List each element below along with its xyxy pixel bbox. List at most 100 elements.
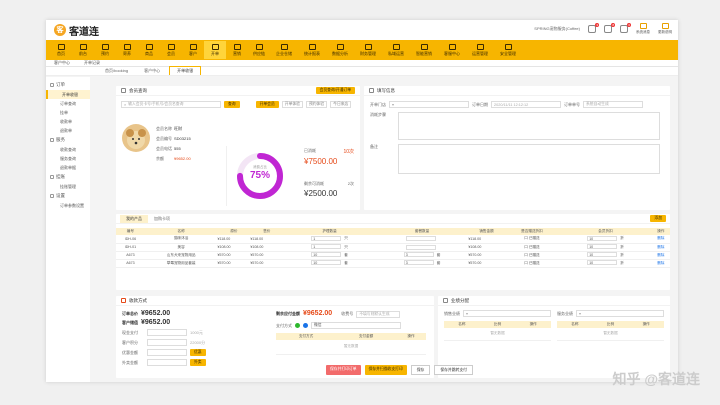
nav-item[interactable]: 安全管理 bbox=[494, 41, 522, 59]
sidebar-group[interactable]: 订单 bbox=[46, 80, 90, 90]
cell-gift[interactable]: 口 已赠送 bbox=[504, 259, 560, 268]
bell-icon[interactable]: 3 bbox=[588, 23, 599, 33]
nav-item[interactable]: 预约 bbox=[94, 41, 116, 59]
sidebar-group[interactable]: 挂账 bbox=[46, 172, 90, 182]
sidebar-group[interactable]: 服务 bbox=[46, 135, 90, 145]
pkg-input[interactable] bbox=[405, 244, 436, 250]
add-product-button[interactable]: 添加 bbox=[650, 215, 666, 222]
qty-input[interactable]: 10 bbox=[311, 260, 342, 266]
nav-item[interactable]: 私域运营 bbox=[382, 41, 410, 59]
cashier-input[interactable]: 不填写则默认生成 bbox=[356, 311, 401, 318]
nav-item[interactable]: 统计报表 bbox=[298, 41, 326, 59]
save-button[interactable]: 保存 bbox=[410, 365, 431, 375]
nav-item[interactable]: 开单 bbox=[204, 41, 226, 59]
search-button[interactable]: 查询 bbox=[224, 101, 240, 108]
save-pay-button[interactable]: 保存并跳转支付 bbox=[434, 365, 473, 375]
save-print-button[interactable]: 保存并打印订单 bbox=[326, 365, 361, 375]
nav-item[interactable]: 智能营销 bbox=[410, 41, 438, 59]
store-select[interactable]: ▾ bbox=[389, 101, 469, 108]
disc-input[interactable]: 10 bbox=[587, 252, 618, 258]
pay-row-input[interactable] bbox=[147, 339, 187, 346]
nav-item[interactable]: 财务管理 bbox=[354, 41, 382, 59]
cell-pkg[interactable] bbox=[375, 243, 469, 252]
cell-gift[interactable]: 口 已赠送 bbox=[504, 235, 560, 244]
tab-my-products[interactable]: 我的产品 bbox=[120, 214, 148, 223]
nav-item[interactable]: 数据分析 bbox=[326, 41, 354, 59]
date-input[interactable]: 2020/11/11 12:12:12 bbox=[491, 101, 561, 108]
flow-textarea[interactable] bbox=[398, 112, 660, 140]
nav-item[interactable]: 前台 bbox=[72, 41, 94, 59]
sidebar-item[interactable]: 服务查询 bbox=[46, 154, 90, 163]
qty-input[interactable]: 10 bbox=[311, 252, 342, 258]
order-no-input[interactable]: 系统自动生成 bbox=[583, 101, 643, 108]
nav-item[interactable]: 供应链 bbox=[248, 41, 270, 59]
sidebar-item[interactable]: 订单参数设置 bbox=[46, 201, 90, 210]
wechat-icon[interactable] bbox=[295, 323, 300, 328]
sidebar-item[interactable]: 挂单 bbox=[46, 108, 90, 117]
cell-qty[interactable]: 1只 bbox=[283, 235, 376, 244]
sales-select[interactable]: ▾ bbox=[463, 310, 551, 317]
disc-input[interactable]: 10 bbox=[587, 236, 618, 242]
pay-row-button[interactable]: 外卖 bbox=[190, 359, 206, 366]
member-search-input[interactable]: ⌕ 输入会员卡号/手机号/会员名查询 bbox=[121, 101, 221, 108]
cell-qty[interactable]: 1只 bbox=[283, 243, 376, 252]
open-card-button[interactable]: 会员查询/开通订单 bbox=[315, 87, 355, 94]
subtab-orders[interactable]: 开单记录 bbox=[84, 60, 100, 66]
disc-input[interactable]: 10 bbox=[587, 244, 618, 250]
page-tab-checkout[interactable]: 开单收银 bbox=[169, 66, 202, 75]
nav-item[interactable]: 商品 bbox=[138, 41, 160, 59]
disc-input[interactable]: 10 bbox=[587, 260, 618, 266]
cell-op[interactable]: 删除 bbox=[651, 235, 670, 244]
sidebar-item[interactable]: 收款单 bbox=[46, 117, 90, 126]
qty-input[interactable]: 1 bbox=[311, 244, 342, 250]
task-icon[interactable]: 0 bbox=[620, 23, 631, 33]
pkg-input[interactable]: 3 bbox=[403, 252, 434, 258]
cell-op[interactable]: 删除 bbox=[651, 259, 670, 268]
save-scan-print-button[interactable]: 保存并扫描收支打印 bbox=[364, 365, 407, 375]
cell-disc[interactable]: 10 折 bbox=[559, 251, 652, 260]
nav-item[interactable]: 会员 bbox=[160, 41, 182, 59]
nav-item[interactable]: 企业仓储 bbox=[270, 41, 298, 59]
qty-input[interactable]: 1 bbox=[311, 236, 342, 242]
nav-item[interactable]: 营销 bbox=[226, 41, 248, 59]
cell-pkg[interactable] bbox=[375, 235, 469, 244]
cell-disc[interactable]: 10 折 bbox=[559, 259, 652, 268]
alipay-icon[interactable] bbox=[303, 323, 308, 328]
message-icon[interactable]: 8 bbox=[604, 23, 615, 33]
pill-open-experience[interactable]: 开单体验 bbox=[281, 101, 303, 108]
cell-op[interactable]: 删除 bbox=[651, 243, 670, 252]
cell-disc[interactable]: 10 折 bbox=[559, 235, 652, 244]
cell-disc[interactable]: 10 折 bbox=[559, 243, 652, 252]
sidebar-item[interactable]: 挂账管理 bbox=[46, 182, 90, 191]
page-tab-home[interactable]: 首页/booking bbox=[98, 67, 135, 75]
pkg-input[interactable]: 3 bbox=[403, 260, 434, 266]
service-select[interactable]: ▾ bbox=[576, 310, 664, 317]
cell-gift[interactable]: 口 已赠送 bbox=[504, 251, 560, 260]
tab-add-cards[interactable]: 加购卡项 bbox=[148, 215, 176, 223]
pay-row-input[interactable] bbox=[147, 329, 187, 336]
pkg-input[interactable] bbox=[405, 236, 436, 242]
pill-booking-experience[interactable]: 预约体验 bbox=[305, 101, 328, 108]
pill-open-member[interactable]: 开单会员 bbox=[255, 101, 279, 108]
pay-row-input[interactable] bbox=[147, 359, 187, 366]
cell-gift[interactable]: 口 已赠送 bbox=[504, 243, 560, 252]
cell-pkg[interactable]: 3套 bbox=[375, 259, 469, 268]
nav-item[interactable]: 客户 bbox=[182, 41, 204, 59]
cell-pkg[interactable]: 3套 bbox=[375, 251, 469, 260]
sidebar-item[interactable]: 退款单据 bbox=[46, 163, 90, 172]
subtab-customer[interactable]: 客户中心 bbox=[54, 60, 70, 66]
sidebar-item[interactable]: 开单收银 bbox=[46, 90, 90, 99]
system-message-button[interactable]: 系统消息 bbox=[636, 23, 650, 35]
cell-op[interactable]: 删除 bbox=[651, 251, 670, 260]
sidebar-item[interactable]: 退款单 bbox=[46, 126, 90, 135]
pill-today-visit[interactable]: 今日来店 bbox=[330, 101, 352, 108]
nav-item[interactable]: 寄养 bbox=[116, 41, 138, 59]
nav-item[interactable]: 运营管理 bbox=[466, 41, 494, 59]
pay-row-button[interactable]: 优惠 bbox=[190, 349, 206, 356]
sidebar-item[interactable]: 订单查询 bbox=[46, 99, 90, 108]
nav-item[interactable]: 客服中心 bbox=[438, 41, 466, 59]
method-select[interactable]: 微信 bbox=[311, 322, 401, 329]
nav-item[interactable]: 首页 bbox=[50, 41, 72, 59]
logo[interactable]: 客 客道连 bbox=[54, 23, 99, 38]
note-textarea[interactable] bbox=[398, 144, 660, 174]
